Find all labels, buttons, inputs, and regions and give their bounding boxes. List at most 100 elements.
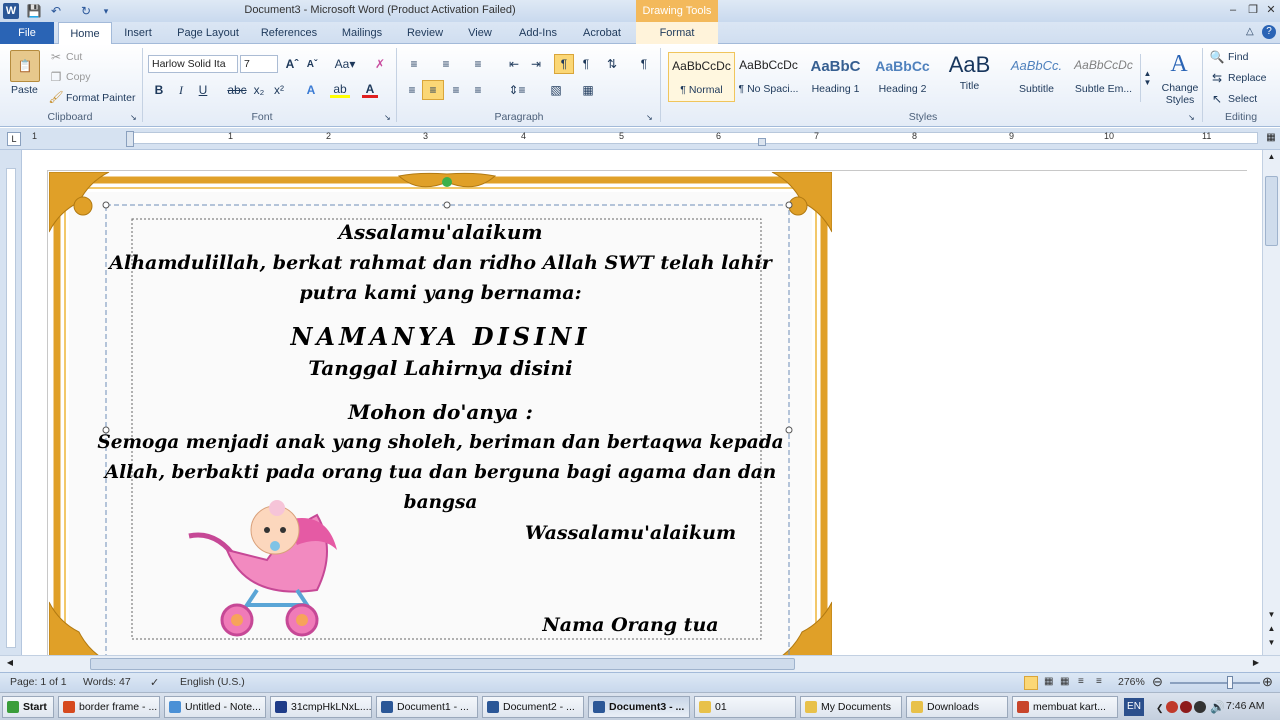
proofing-icon[interactable]: ✓ [150, 676, 159, 689]
cut-button[interactable]: Cut [66, 51, 82, 63]
subscript-icon[interactable]: x₂ [252, 82, 266, 98]
announcement-line-2[interactable]: putra kami yang bernama: [49, 282, 832, 304]
right-indent-marker[interactable] [758, 138, 766, 146]
font-launcher-icon[interactable]: ↘ [384, 113, 391, 122]
minimize-button[interactable]: – [1224, 2, 1242, 18]
taskbar-item-notepad[interactable]: Untitled - Note... [164, 696, 266, 718]
format-painter-button[interactable]: Format Painter [66, 92, 135, 104]
taskbar-item-document1[interactable]: Document1 - ... [376, 696, 478, 718]
tray-app-icon[interactable] [1180, 701, 1192, 713]
paragraph-launcher-icon[interactable]: ↘ [646, 113, 653, 122]
tab-references[interactable]: References [254, 22, 324, 44]
horizontal-scrollbar[interactable]: ◀ ▶ [0, 655, 1280, 672]
prayer-line-2[interactable]: Allah, berbakti pada orang tua dan bergu… [49, 462, 832, 483]
tab-mailings[interactable]: Mailings [334, 22, 390, 44]
tab-acrobat[interactable]: Acrobat [574, 22, 630, 44]
tab-review[interactable]: Review [400, 22, 450, 44]
draft-icon[interactable]: ≡ [1096, 676, 1102, 687]
border-frame[interactable]: Assalamu'alaikum Alhamdulillah, berkat r… [49, 172, 832, 655]
tab-selector-icon[interactable]: L [7, 132, 21, 146]
restore-button[interactable]: ❐ [1244, 2, 1262, 18]
tab-view[interactable]: View [460, 22, 500, 44]
clipboard-launcher-icon[interactable]: ↘ [130, 113, 137, 122]
italic-icon[interactable]: I [174, 82, 188, 98]
help-icon[interactable]: ? [1262, 25, 1276, 39]
vertical-scroll-thumb[interactable] [1265, 176, 1278, 246]
language-indicator[interactable]: English (U.S.) [180, 676, 245, 688]
change-styles-button[interactable]: Change Styles [1160, 82, 1200, 106]
view-ruler-icon[interactable]: ▦ [1264, 132, 1278, 146]
parents-name-text[interactable]: Nama Orang tua [239, 614, 1022, 636]
style-no-spacing[interactable]: AaBbCcDc ¶ No Spaci... [735, 52, 802, 102]
tray-app-icon[interactable] [1166, 701, 1178, 713]
zoom-level[interactable]: 276% [1118, 676, 1145, 688]
align-left-icon[interactable]: ≡ [404, 82, 420, 98]
tab-format[interactable]: Format [636, 22, 718, 44]
tab-insert[interactable]: Insert [116, 22, 160, 44]
zoom-slider[interactable] [1170, 682, 1260, 684]
page-count[interactable]: Page: 1 of 1 [10, 676, 67, 688]
birthdate-text[interactable]: Tanggal Lahirnya disini [49, 356, 832, 380]
scroll-right-icon[interactable]: ▶ [1250, 658, 1262, 670]
zoom-out-icon[interactable]: ⊖ [1152, 674, 1163, 690]
greeting-text[interactable]: Assalamu'alaikum [49, 220, 832, 244]
select-button[interactable]: Select [1228, 93, 1257, 105]
style-title[interactable]: AaB Title [936, 52, 1003, 102]
shrink-font-icon[interactable]: Aˇ [304, 56, 320, 72]
web-layout-icon[interactable]: ▦ [1060, 676, 1069, 687]
scroll-down-icon[interactable]: ▼ [1265, 610, 1278, 622]
font-color-icon[interactable]: A [362, 82, 378, 98]
closing-text[interactable]: Wassalamu'alaikum [239, 522, 1022, 544]
tab-home[interactable]: Home [58, 22, 112, 45]
redo-icon[interactable]: ↻ [78, 3, 94, 19]
styles-scroll-icon[interactable]: ▲ ▼ [1140, 54, 1154, 102]
previous-page-icon[interactable]: ▲ [1265, 624, 1278, 636]
rtl-icon[interactable]: ¶ [578, 56, 594, 72]
tab-add-ins[interactable]: Add-Ins [510, 22, 566, 44]
copy-button[interactable]: Copy [66, 71, 91, 83]
text-effects-icon[interactable]: A [302, 82, 320, 98]
full-screen-icon[interactable]: ▦ [1044, 676, 1053, 687]
next-page-icon[interactable]: ▼ [1265, 638, 1278, 650]
vertical-ruler[interactable] [0, 150, 22, 655]
taskbar-item-my-documents[interactable]: My Documents [800, 696, 902, 718]
outline-icon[interactable]: ≡ [1078, 676, 1084, 687]
taskbar-item-downloads[interactable]: Downloads [906, 696, 1008, 718]
replace-button[interactable]: Replace [1228, 72, 1267, 84]
multilevel-list-icon[interactable]: ≡ [468, 56, 488, 72]
prayer-title-text[interactable]: Mohon do'anya : [49, 400, 832, 424]
align-center-icon[interactable]: ≡ [422, 80, 444, 100]
tray-app-icon[interactable] [1194, 701, 1206, 713]
clock[interactable]: 7:46 AM [1226, 700, 1265, 712]
scroll-up-icon[interactable]: ▲ [1265, 152, 1278, 166]
zoom-in-icon[interactable]: ⊕ [1262, 674, 1273, 690]
scroll-left-icon[interactable]: ◀ [4, 658, 16, 670]
paste-icon[interactable]: 📋 [10, 50, 40, 82]
volume-icon[interactable]: 🔊 [1210, 700, 1225, 714]
decrease-indent-icon[interactable]: ⇤ [506, 56, 522, 72]
line-spacing-icon[interactable]: ⇕≡ [506, 82, 528, 98]
style-subtitle[interactable]: AaBbCc. Subtitle [1003, 52, 1070, 102]
font-size-combo[interactable]: 7 [240, 55, 278, 73]
taskbar-item-folder-01[interactable]: 01 [694, 696, 796, 718]
word-logo-icon[interactable]: W [3, 3, 19, 19]
underline-icon[interactable]: U [196, 82, 210, 98]
taskbar-item-border-frame[interactable]: border frame - ... [58, 696, 160, 718]
shading-icon[interactable]: ▧ [546, 82, 566, 98]
change-case-icon[interactable]: Aa▾ [334, 56, 356, 72]
word-count[interactable]: Words: 47 [83, 676, 131, 688]
tab-page-layout[interactable]: Page Layout [170, 22, 246, 44]
borders-icon[interactable]: ▦ [578, 82, 598, 98]
undo-icon[interactable]: ↶ [48, 3, 64, 19]
tab-file[interactable]: File [0, 22, 54, 44]
prayer-line-3[interactable]: bangsa [49, 492, 832, 513]
numbering-icon[interactable]: ≡ [436, 56, 456, 72]
prayer-line-1[interactable]: Semoga menjadi anak yang sholeh, beriman… [49, 432, 832, 453]
bullets-icon[interactable]: ≡ [404, 56, 424, 72]
customize-toolbar-icon[interactable]: ▾ [100, 3, 112, 19]
sort-icon[interactable]: ⇅ [604, 56, 620, 72]
change-styles-icon[interactable]: A [1164, 50, 1194, 78]
ltr-icon[interactable]: ¶ [554, 54, 574, 74]
left-indent-marker[interactable] [126, 131, 134, 147]
grow-font-icon[interactable]: Aˆ [284, 56, 300, 72]
